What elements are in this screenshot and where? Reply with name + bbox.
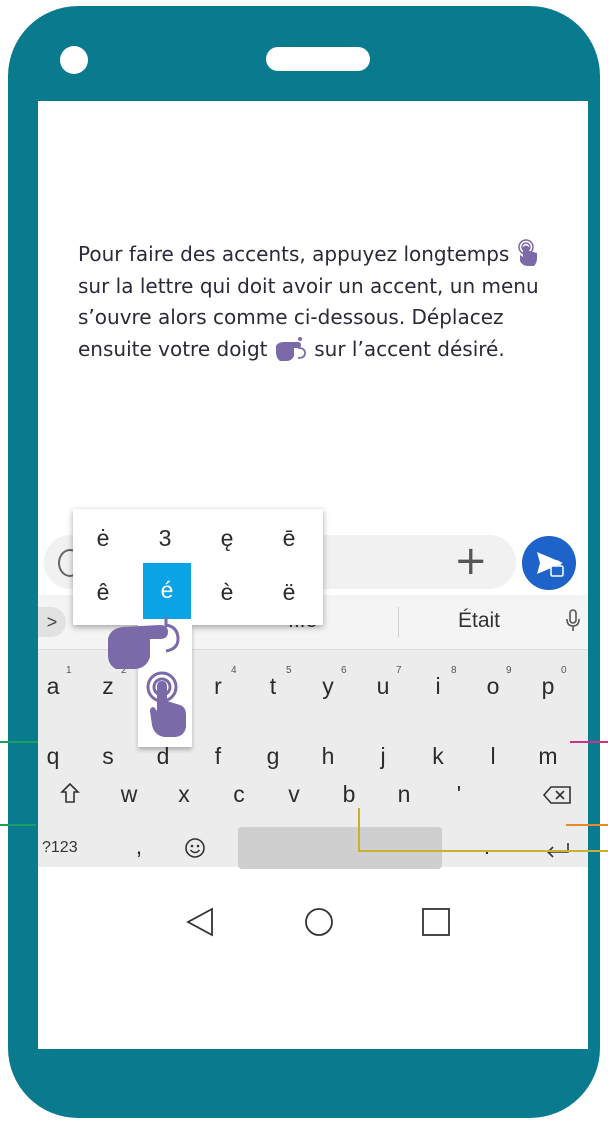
accent-option[interactable]: è (207, 579, 247, 606)
key-hint-number: 7 (396, 665, 402, 676)
key-y[interactable]: y (313, 673, 343, 700)
key-m[interactable]: m (533, 743, 563, 770)
phone-screen: Pour faire des accents, appuyez longtemp… (38, 101, 588, 1049)
space-key[interactable] (238, 827, 442, 869)
key-q[interactable]: q (38, 743, 68, 770)
key-w[interactable]: w (114, 781, 144, 808)
accent-option[interactable]: 3 (145, 525, 185, 552)
callout-space (360, 850, 608, 852)
key-d[interactable]: d (148, 743, 178, 770)
key-k[interactable]: k (423, 743, 453, 770)
camera-dot (60, 46, 88, 74)
send-button[interactable] (522, 536, 576, 590)
navigation-bar (38, 879, 588, 1049)
key-x[interactable]: x (169, 781, 199, 808)
add-attachment-button[interactable]: + (454, 539, 488, 583)
accent-popup: ė 3 ę ē ê è ë (73, 509, 323, 625)
key-hint-number: 4 (231, 665, 237, 676)
key-u[interactable]: u (368, 673, 398, 700)
key-hint-number: 8 (451, 665, 457, 676)
recents-nav-icon[interactable] (422, 908, 450, 936)
key-hint-number: 1 (66, 665, 72, 676)
period-key[interactable]: . (472, 833, 502, 860)
callout-enter (566, 824, 608, 826)
callout-space-vertical (358, 808, 360, 852)
shift-icon[interactable] (60, 782, 80, 804)
key-p[interactable]: p (533, 673, 563, 700)
accent-option[interactable]: ę (207, 525, 247, 552)
selected-accent-label: é (160, 577, 174, 603)
send-lock-icon (537, 552, 564, 577)
key-f[interactable]: f (203, 743, 233, 770)
phone-frame: Pour faire des accents, appuyez longtemp… (8, 6, 600, 1118)
key-hint-number: 9 (506, 665, 512, 676)
callout-backspace (570, 741, 608, 743)
key-hint-number: 0 (561, 665, 567, 676)
long-press-hand-icon (146, 671, 186, 737)
accent-option[interactable]: ē (269, 525, 309, 552)
key-s[interactable]: s (93, 743, 123, 770)
key-z[interactable]: z (93, 673, 123, 700)
accent-option-selected[interactable]: é (143, 563, 191, 619)
key-l[interactable]: l (478, 743, 508, 770)
key-a[interactable]: a (38, 673, 68, 700)
instruction-text: Pour faire des accents, appuyez longtemp… (78, 239, 548, 365)
back-nav-icon[interactable] (186, 907, 214, 937)
emoji-key-icon[interactable] (184, 837, 206, 859)
instruction-part-3: sur l’accent désiré. (314, 336, 505, 361)
expand-toolbar-button[interactable]: > (38, 607, 66, 637)
comma-key[interactable]: , (124, 833, 154, 860)
suggestion-separator (398, 607, 399, 637)
key-o[interactable]: o (478, 673, 508, 700)
key-r[interactable]: r (203, 673, 233, 700)
key-hint-number: 6 (341, 665, 347, 676)
swipe-finger-icon (275, 336, 306, 361)
key-apostrophe[interactable]: ' (444, 781, 474, 808)
key-t[interactable]: t (258, 673, 288, 700)
key-b[interactable]: b (334, 781, 364, 808)
key-c[interactable]: c (224, 781, 254, 808)
suggestion-right[interactable]: Était (458, 609, 500, 633)
microphone-icon[interactable] (566, 609, 580, 633)
accent-option[interactable]: ë (269, 579, 309, 606)
key-v[interactable]: v (279, 781, 309, 808)
instruction-part-1: Pour faire des accents, appuyez longtemp… (78, 242, 510, 266)
callout-shift (0, 741, 38, 743)
pointing-hand-icon (108, 617, 180, 669)
key-hint-number: 5 (286, 665, 292, 676)
speaker-slot (266, 47, 370, 71)
key-j[interactable]: j (368, 743, 398, 770)
key-i[interactable]: i (423, 673, 453, 700)
accent-option[interactable]: ê (83, 579, 123, 606)
accent-option[interactable]: ė (83, 525, 123, 552)
long-press-icon (517, 239, 537, 266)
key-h[interactable]: h (313, 743, 343, 770)
key-g[interactable]: g (258, 743, 288, 770)
home-nav-icon[interactable] (304, 907, 334, 937)
key-n[interactable]: n (389, 781, 419, 808)
backspace-icon[interactable] (542, 785, 572, 805)
symbols-key[interactable]: ?123 (42, 839, 78, 857)
callout-symbols (0, 824, 36, 826)
